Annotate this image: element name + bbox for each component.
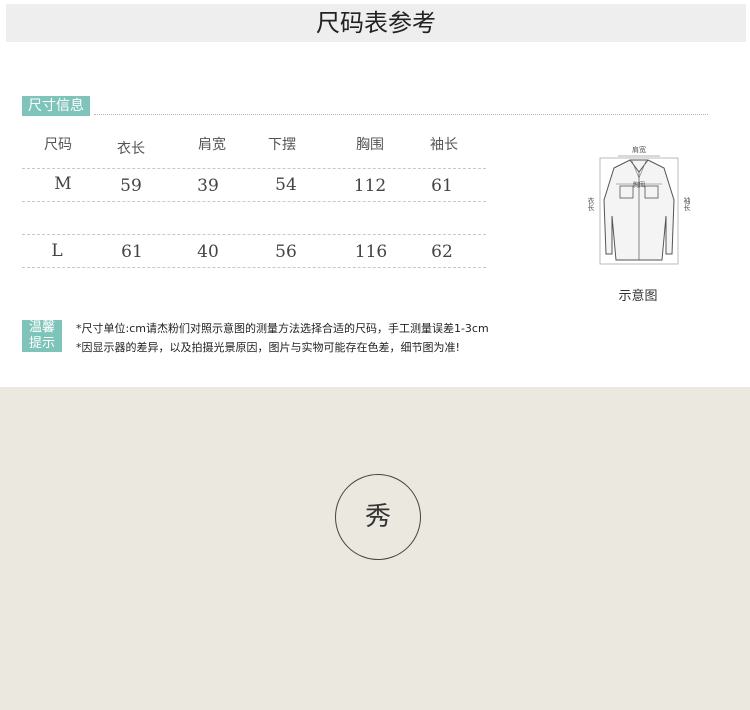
row-divider	[22, 168, 486, 169]
column-header-length: 衣长	[117, 141, 145, 157]
size-info-tag: 尺寸信息	[22, 96, 90, 116]
tips-badge-line2: 提示	[28, 336, 55, 351]
table-cell: 54	[275, 175, 297, 195]
table-cell: 56	[275, 242, 297, 262]
table-cell: M	[54, 174, 72, 194]
table-cell: 61	[431, 176, 453, 196]
diagram-label-sleeve: 袖长	[683, 196, 691, 212]
row-divider	[22, 267, 486, 268]
table-cell: 62	[431, 242, 453, 262]
diagram-label-length: 衣长	[587, 196, 595, 212]
diagram-label-chest: 胸围	[633, 181, 645, 189]
tips-badge: 温馨 提示	[22, 320, 62, 352]
diagram-caption: 示意图	[618, 289, 658, 304]
column-header-size: 尺码	[44, 137, 72, 153]
section-divider	[94, 114, 708, 115]
column-header-shoulder: 肩宽	[198, 137, 226, 153]
tips-badge-line1: 温馨	[28, 320, 55, 335]
shirt-measurement-diagram: 肩宽 胸围 衣长 袖长	[587, 145, 691, 265]
diagram-label-shoulder: 肩宽	[632, 145, 646, 154]
table-cell: 59	[120, 176, 142, 196]
column-header-sleeve: 袖长	[430, 137, 458, 153]
title-bar: 尺码表参考	[6, 4, 746, 42]
table-cell: 61	[121, 242, 143, 262]
row-divider	[22, 234, 486, 235]
tip-unit-note: *尺寸单位:cm请杰粉们对照示意图的测量方法选择合适的尺码，手工测量误差1-3c…	[76, 322, 489, 335]
table-cell: 112	[353, 176, 387, 196]
tip-color-note: *因显示器的差异，以及拍摄光景原因，图片与实物可能存在色差，细节图为准!	[76, 341, 460, 354]
column-header-chest: 胸围	[356, 137, 384, 153]
showcase-label: 秀	[364, 502, 391, 532]
table-cell: 40	[197, 242, 219, 262]
table-cell: 39	[197, 176, 219, 196]
column-header-hem: 下摆	[268, 137, 296, 153]
row-divider	[22, 201, 486, 202]
table-cell: 116	[354, 242, 388, 262]
page-title: 尺码表参考	[316, 9, 436, 37]
table-cell: L	[51, 241, 63, 261]
